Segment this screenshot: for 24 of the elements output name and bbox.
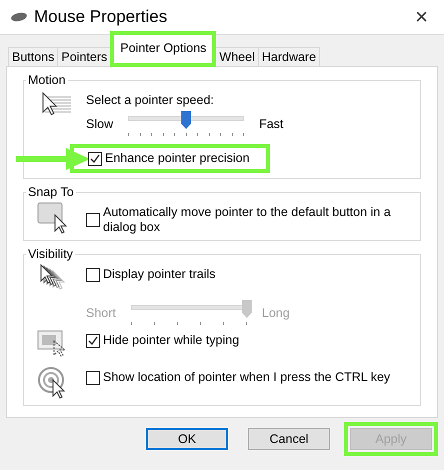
slider-min-label: Short [86, 306, 116, 320]
window-title: Mouse Properties [34, 7, 168, 27]
check-icon [88, 336, 98, 346]
mouse-icon [10, 12, 28, 22]
tab[interactable]: Buttons [8, 47, 58, 66]
check-icon [90, 154, 100, 164]
checkbox[interactable]: Enhance pointer precision [88, 151, 250, 166]
tab[interactable]: Hardware [258, 47, 320, 66]
close-button[interactable]: × [415, 4, 434, 30]
checkbox[interactable]: Hide pointer while typing [86, 333, 240, 348]
dialog-button[interactable]: Cancel [248, 428, 330, 450]
checkbox[interactable]: Automatically move pointer to the default button in a dialog box [86, 205, 410, 235]
slider-min-label: Slow [86, 117, 114, 131]
slider-label: Select a pointer speed: [86, 93, 215, 107]
checkbox[interactable]: Show location of pointer when I press the CTRL key [86, 370, 390, 385]
slider-max-label: Long [262, 306, 290, 320]
group-title: Motion [27, 73, 67, 87]
tab[interactable]: Pointer Options [110, 31, 216, 67]
group-title: Visibility [27, 247, 74, 261]
checkbox[interactable]: Display pointer trails [86, 267, 216, 282]
group-title: Snap To [27, 185, 75, 199]
slider-thumb[interactable] [181, 111, 192, 129]
slider-max-label: Fast [259, 117, 284, 131]
dialog-button[interactable]: OK [146, 428, 228, 450]
